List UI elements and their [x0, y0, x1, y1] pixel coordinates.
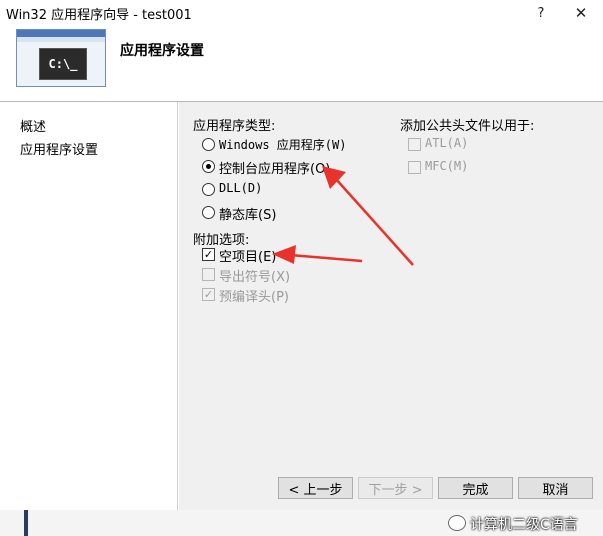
checkbox-precompiled-header: ✓: [202, 288, 215, 301]
editor-edge: [24, 510, 28, 536]
console-app-icon: C:\_: [16, 29, 106, 87]
radio-windows-app[interactable]: [202, 138, 215, 151]
radio-console-app[interactable]: [202, 160, 215, 173]
prev-button[interactable]: < 上一步: [278, 477, 353, 499]
page-title: 应用程序设置: [120, 43, 204, 59]
console-prompt-icon: C:\_: [39, 48, 87, 80]
radio-dll-label[interactable]: DLL(D): [219, 181, 262, 195]
icon-menubar: [17, 37, 105, 42]
checkbox-precompiled-header-label: 预编译头(P): [219, 290, 289, 305]
checkbox-empty-project-label[interactable]: 空项目(E): [219, 246, 276, 265]
checkbox-mfc: [408, 161, 421, 174]
window-title: Win32 应用程序向导 - test001: [6, 8, 192, 23]
close-button[interactable]: ✕: [566, 2, 596, 24]
window-titlebar: Win32 应用程序向导 - test001 ? ✕: [0, 0, 603, 26]
watermark-text: 计算机二级C语言: [470, 517, 578, 533]
radio-static-lib[interactable]: [202, 206, 215, 219]
radio-windows-app-label[interactable]: Windows 应用程序(W): [219, 136, 346, 153]
finish-button[interactable]: 完成: [438, 477, 513, 499]
checkbox-export-symbols: [202, 268, 215, 281]
cancel-button[interactable]: 取消: [518, 477, 593, 499]
checkbox-atl-label: ATL(A): [425, 136, 469, 150]
radio-dll[interactable]: [202, 183, 215, 196]
checkbox-empty-project[interactable]: ✓: [202, 248, 215, 261]
checkbox-atl: [408, 138, 421, 151]
nav-item-app-settings[interactable]: 应用程序设置: [20, 139, 98, 158]
wechat-logo-icon: [448, 515, 466, 531]
help-button[interactable]: ?: [526, 2, 556, 24]
settings-panel: 应用程序类型: Windows 应用程序(W) 控制台应用程序(O) DLL(D…: [179, 102, 603, 510]
icon-titlebar: [17, 30, 105, 37]
wizard-header: C:\_ 应用程序设置: [0, 26, 603, 102]
checkbox-export-symbols-label: 导出符号(X): [219, 270, 291, 285]
radio-static-lib-label[interactable]: 静态库(S): [219, 204, 276, 223]
checkbox-mfc-label: MFC(M): [425, 159, 469, 173]
nav-item-overview[interactable]: 概述: [20, 116, 46, 135]
next-button: 下一步 >: [358, 477, 433, 499]
wizard-nav: 概述 应用程序设置: [0, 102, 178, 510]
radio-console-app-label[interactable]: 控制台应用程序(O): [219, 158, 330, 177]
common-headers-label: 添加公共头文件以用于:: [400, 119, 535, 134]
app-type-label: 应用程序类型:: [193, 119, 276, 134]
